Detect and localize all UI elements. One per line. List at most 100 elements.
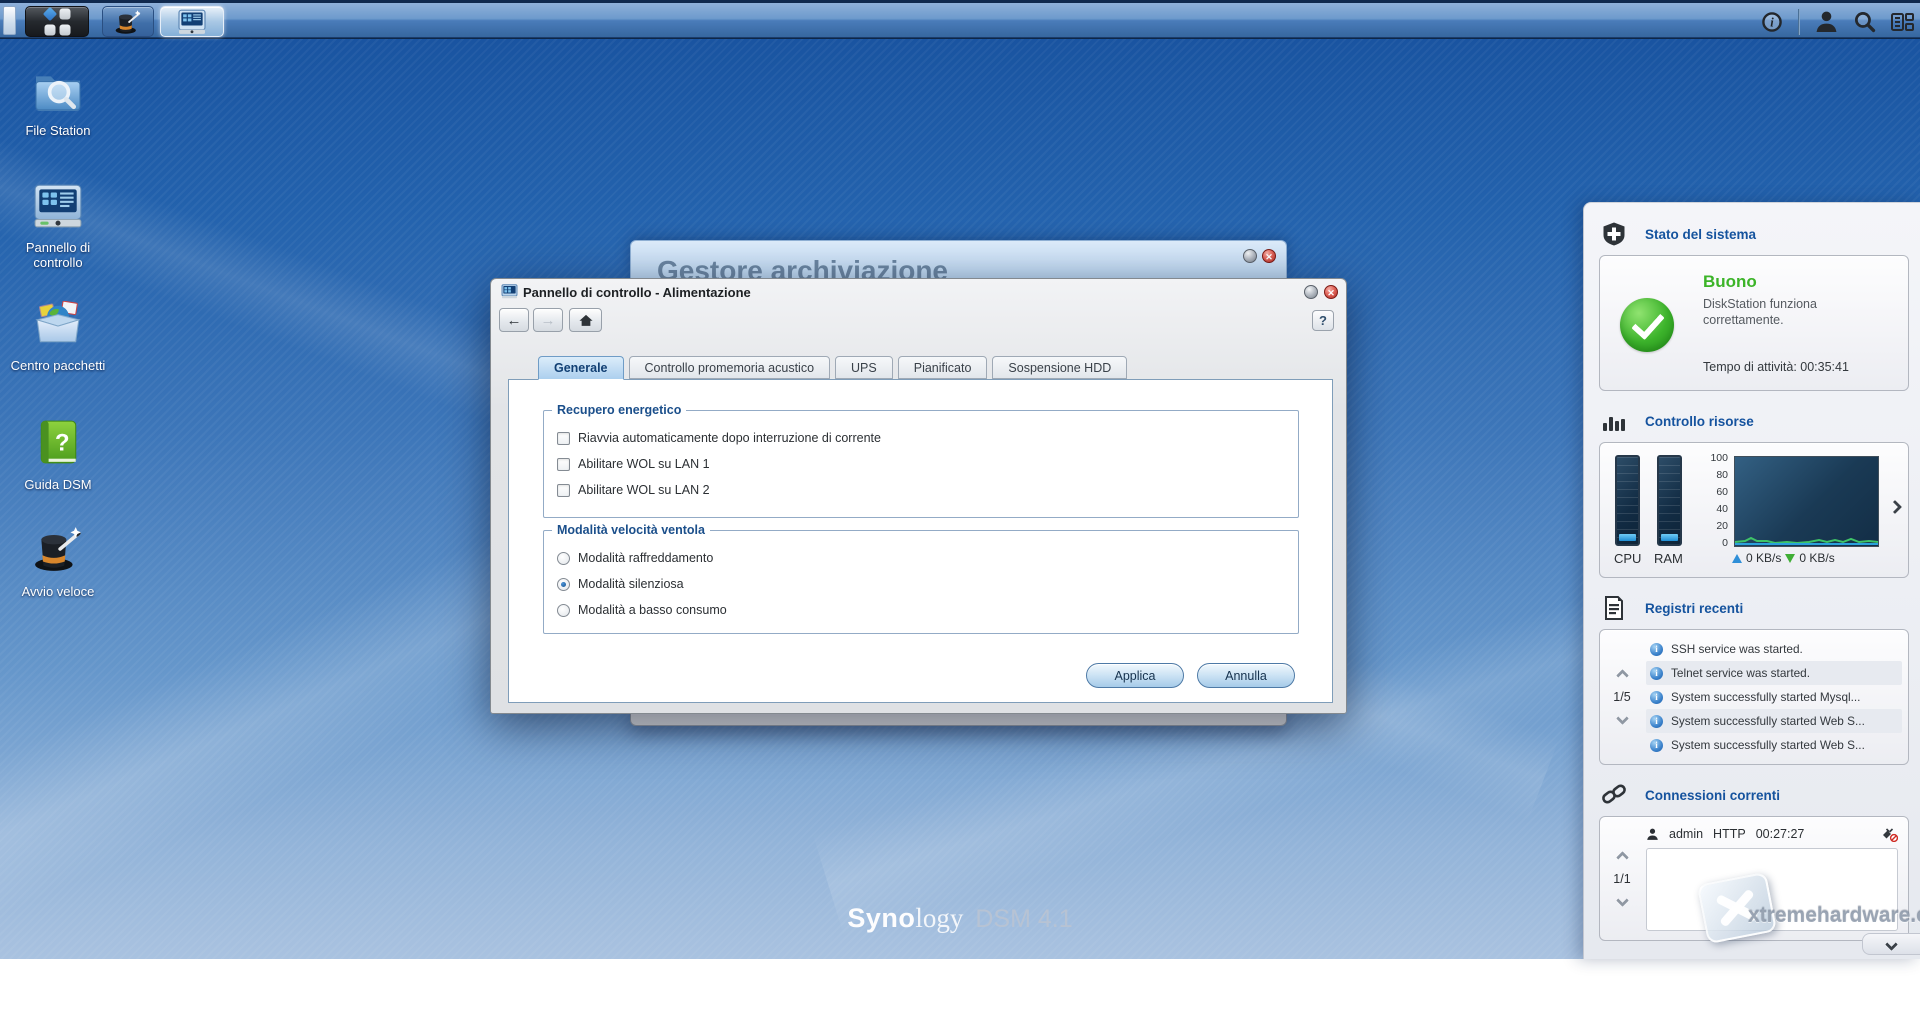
recent-logs-card: 1/5 i SSH service was started. i Telnet … [1599,629,1909,765]
bar-chart-icon [1601,408,1627,434]
checkbox-restart-after-power-failure[interactable] [557,432,570,445]
show-desktop-button[interactable] [3,6,16,35]
control-panel-icon [32,183,84,229]
close-button[interactable] [1262,249,1276,263]
svg-text:i: i [1770,15,1774,29]
open-resource-monitor-chevron[interactable] [1890,499,1900,517]
taskbar-separator [1798,9,1800,35]
close-button[interactable] [1324,285,1338,299]
axis-tick: 20 [1716,520,1728,532]
user-icon[interactable] [1814,10,1838,34]
taskbar-quick-start-button[interactable] [102,6,154,37]
desktop-icon-label: Centro pacchetti [0,358,116,373]
pager-up-chevron[interactable] [1616,851,1629,864]
section-title: Connessioni correnti [1645,788,1780,803]
storage-manager-window-top: Gestore archiviazione [630,240,1287,278]
tab-label: UPS [851,361,877,375]
status-description: DiskStation funziona correttamente. [1703,296,1873,328]
forward-button[interactable]: → [533,308,563,332]
tab-sospensione-hdd[interactable]: Sospensione HDD [992,356,1127,379]
home-icon [578,313,594,327]
desktop-icon-control-panel[interactable]: Pannello di controllo [0,183,116,270]
taskbar-right-icons: i [1760,6,1914,37]
svg-text:?: ? [55,429,70,456]
pager-up-chevron[interactable] [1616,669,1629,682]
shield-icon [1601,221,1627,247]
back-button[interactable]: ← [499,308,529,332]
forward-arrow-icon: → [541,312,556,329]
home-button[interactable] [569,308,602,332]
storage-manager-title: Gestore archiviazione [657,255,948,278]
axis-tick: 60 [1716,486,1728,498]
cancel-label: Annulla [1225,669,1267,683]
cancel-button[interactable]: Annulla [1197,663,1295,688]
logo-text-bold: Syno [847,903,915,933]
connection-user: admin [1669,827,1703,841]
apply-label: Applica [1115,669,1156,683]
desktop-icon-package-center[interactable]: Centro pacchetti [0,301,116,373]
checkbox-label: Riavvia automaticamente dopo interruzion… [578,431,881,445]
pager-down-chevron[interactable] [1616,712,1629,725]
help-label: ? [1319,313,1327,328]
desktop-icon-dsm-help[interactable]: ? Guida DSM [0,418,116,492]
user-icon [1646,827,1659,841]
checkbox-wol-lan1[interactable] [557,458,570,471]
disconnect-icon[interactable] [1881,827,1898,842]
radio-low-power-mode[interactable] [557,604,570,617]
dialog-title: Pannello di controllo - Alimentazione [523,285,751,300]
tab-pianificato[interactable]: Pianificato [898,356,988,379]
radio-row: Modalità silenziosa [557,577,684,591]
info-icon: i [1650,715,1663,728]
apply-button[interactable]: Applica [1086,663,1184,688]
download-arrow-icon [1785,554,1795,563]
widget-panel: Stato del sistema Buono DiskStation funz… [1583,202,1920,959]
desktop-icon-label: File Station [0,123,116,138]
tab-label: Pianificato [914,361,972,375]
radio-quiet-mode[interactable] [557,578,570,591]
log-row: i System successfully started Web S... [1646,709,1902,733]
tab-ups[interactable]: UPS [835,356,893,379]
radio-cooling-mode[interactable] [557,552,570,565]
connection-time: 00:27:27 [1756,827,1805,841]
network-speeds: 0 KB/s 0 KB/s [1732,551,1835,565]
fieldset-legend: Modalità velocità ventola [552,523,710,537]
desktop-background: File Station [0,0,1920,959]
log-row: i System successfully started Mysql... [1646,685,1902,709]
dialog-titlebar[interactable]: Pannello di controllo - Alimentazione [491,279,1346,305]
magic-hat-icon [32,525,84,573]
section-title: Registri recenti [1645,601,1743,616]
minimize-button[interactable] [1243,249,1257,263]
log-row: i SSH service was started. [1646,637,1902,661]
desktop-icon-quick-start[interactable]: Avvio veloce [0,525,116,599]
fan-speed-fieldset: Modalità velocità ventola Modalità raffr… [543,530,1299,634]
log-text: System successfully started Mysql... [1671,690,1860,704]
connection-protocol: HTTP [1713,827,1746,841]
help-button[interactable]: ? [1312,310,1334,331]
main-menu-button[interactable] [25,6,89,37]
tab-generale[interactable]: Generale [538,356,624,380]
desktop-icon-file-station[interactable]: File Station [0,68,116,138]
pager-down-chevron[interactable] [1616,894,1629,907]
info-icon[interactable]: i [1760,10,1784,34]
recent-logs-header: Registri recenti [1601,593,1908,623]
log-text: SSH service was started. [1671,642,1803,656]
checkbox-wol-lan2[interactable] [557,484,570,497]
back-arrow-icon: ← [507,312,522,329]
log-text: Telnet service was started. [1671,666,1810,680]
tab-label: Controllo promemoria acustico [645,361,815,375]
chain-link-icon [1601,782,1627,808]
radio-row: Modalità raffreddamento [557,551,713,565]
search-icon[interactable] [1852,10,1876,34]
taskbar-control-panel-button[interactable] [160,6,224,37]
minimize-button[interactable] [1304,285,1318,299]
uptime-text: Tempo di attività: 00:35:41 [1703,360,1849,374]
upload-arrow-icon [1732,554,1742,563]
power-settings-dialog: Pannello di controllo - Alimentazione ← … [490,278,1347,714]
collapse-panel-button[interactable] [1862,933,1920,955]
pilot-view-icon[interactable] [1890,10,1914,34]
tab-controllo-promemoria-acustico[interactable]: Controllo promemoria acustico [629,356,831,379]
connections-list-area [1646,848,1898,931]
control-panel-mini-icon [501,284,518,299]
log-rows: i SSH service was started. i Telnet serv… [1646,637,1902,757]
pager-text: 1/1 [1613,872,1630,886]
